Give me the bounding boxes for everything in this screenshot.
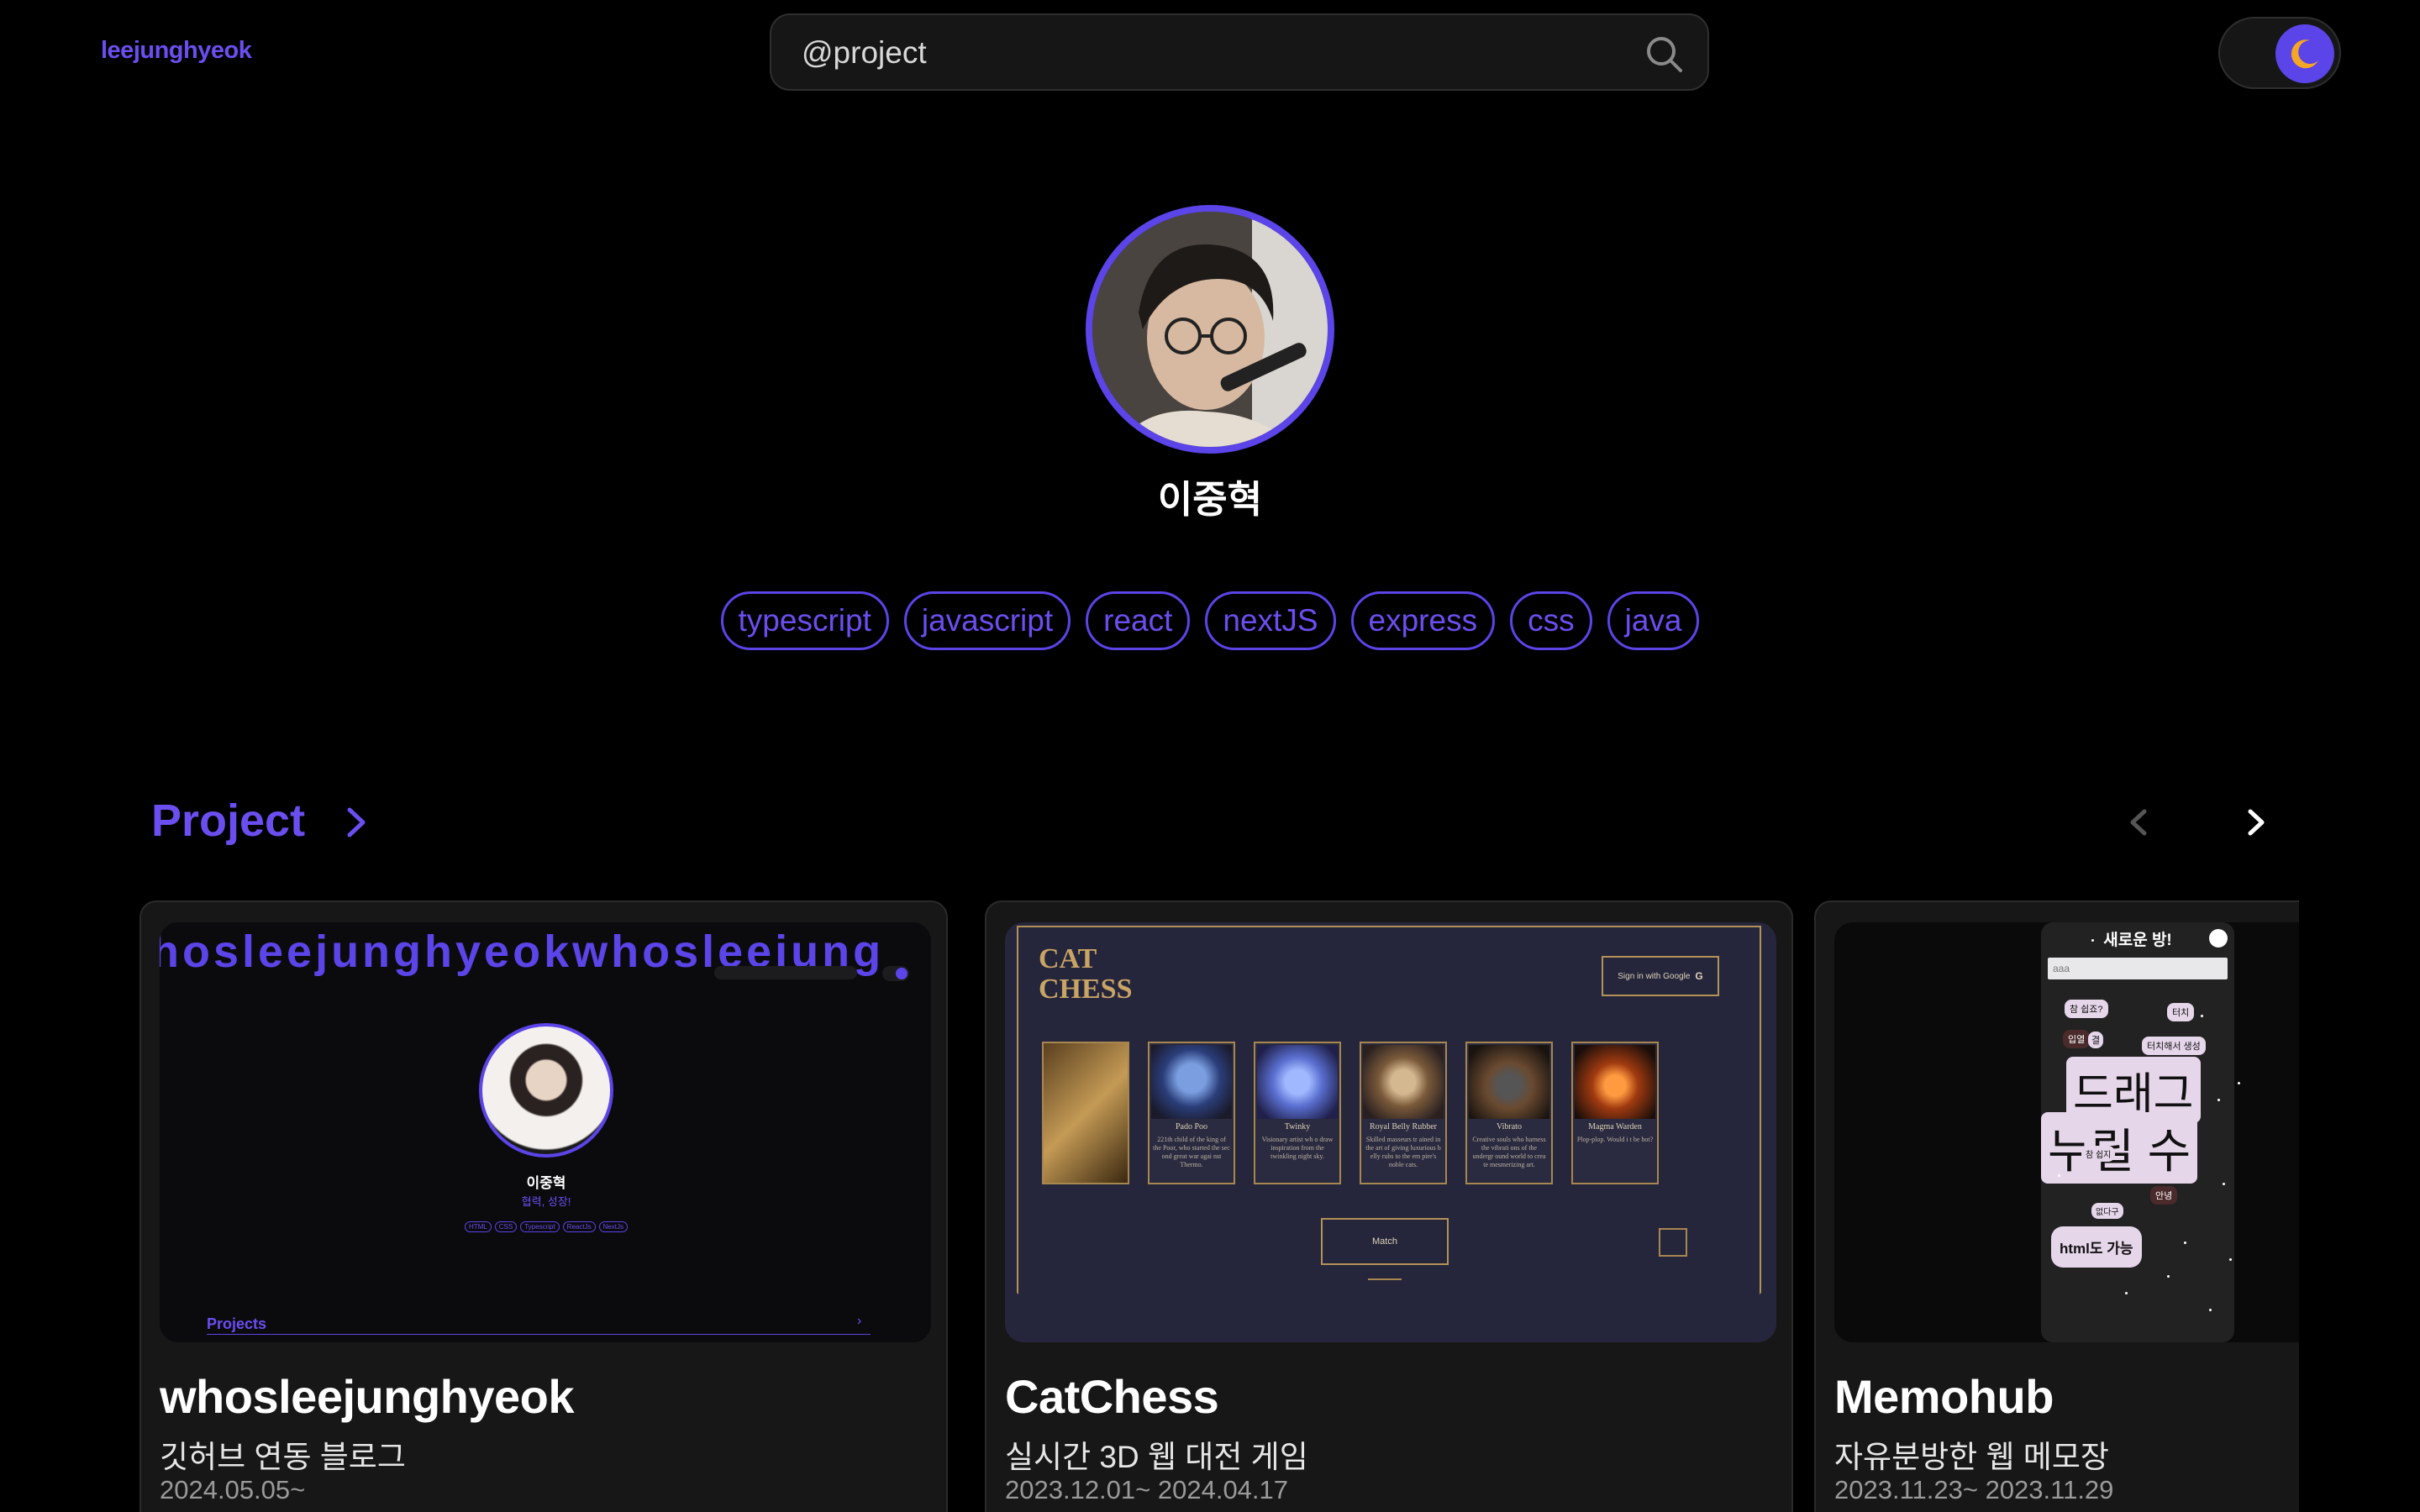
link-icon xyxy=(2209,929,2228,948)
project-date: 2023.12.01~ 2024.04.17 xyxy=(1005,1475,1289,1504)
thumb-input: aaa xyxy=(2048,958,2228,979)
moon-icon xyxy=(2291,39,2318,69)
thumb-card-row: Pado Poo 221th child of the king of the … xyxy=(1042,1042,1659,1184)
thumb-tags: HTML CSS Typescript ReactJs NextJs xyxy=(462,1221,630,1232)
thumb-tag: HTML xyxy=(464,1221,492,1232)
signin-label: Sign in with Google xyxy=(1618,971,1691,981)
thumb-divider xyxy=(207,1334,871,1335)
thumb-tag: CSS xyxy=(494,1221,518,1232)
project-title: whosleejunghyeok xyxy=(160,1370,575,1423)
tag-react[interactable]: react xyxy=(1086,591,1191,650)
profile-avatar xyxy=(1086,205,1334,454)
search-bar[interactable] xyxy=(770,13,1709,91)
memo-bubble: 터치 xyxy=(2167,1003,2195,1021)
thumb-tag: Typescript xyxy=(520,1221,560,1232)
project-subtitle: 자유분방한 웹 메모장 xyxy=(1834,1440,2109,1474)
thumb-chevron-icon: › xyxy=(857,1314,862,1328)
card-desc: Visionary artist wh o draw inspiration f… xyxy=(1261,1136,1334,1160)
tag-java[interactable]: java xyxy=(1607,591,1700,650)
project-title: Memohub xyxy=(1834,1370,2054,1423)
memo-bubble: 누릴 수 xyxy=(2041,1112,2198,1184)
theme-toggle-knob[interactable] xyxy=(2275,24,2334,83)
section-title[interactable]: Project xyxy=(151,795,305,847)
project-date: 2023.11.23~ 2023.11.29 xyxy=(1834,1475,2114,1504)
project-thumbnail: CAT CHESS Sign in with Google G Pado Poo… xyxy=(1005,922,1776,1342)
memo-bubble: 입열 xyxy=(2063,1030,2091,1048)
thumb-game-card: Twinky Visionary artist wh o draw inspir… xyxy=(1254,1042,1341,1184)
card-name: Magma Warden xyxy=(1588,1122,1642,1131)
project-thumbnail: hosleejunghyeokwhosleejung 이중혁 협력, 성장! H… xyxy=(160,922,931,1342)
thumb-game-card: Magma Warden Plop-plop. Would i t be hot… xyxy=(1571,1042,1659,1184)
carousel-next-button[interactable] xyxy=(2240,803,2270,842)
thumb-match-button: Match xyxy=(1321,1218,1449,1265)
thumb-desc: 협력, 성장! xyxy=(521,1195,571,1208)
thumb-avatar xyxy=(479,1023,613,1158)
project-subtitle: 실시간 3D 웹 대전 게임 xyxy=(1005,1440,1308,1474)
thumb-dash xyxy=(1368,1278,1402,1280)
thumb-game-card: Royal Belly Rubber Skilled masseurs tr a… xyxy=(1360,1042,1447,1184)
card-desc: Plop-plop. Would i t be hot? xyxy=(1576,1136,1654,1143)
expand-icon xyxy=(1659,1228,1687,1257)
project-date: 2024.05.05~ xyxy=(160,1475,306,1504)
search-icon[interactable] xyxy=(1644,34,1684,74)
memo-bubble: 없다구 xyxy=(2091,1203,2123,1219)
thumb-game-card xyxy=(1042,1042,1129,1184)
thumb-search xyxy=(714,966,857,979)
logo-line: CAT xyxy=(1039,943,1097,974)
card-desc: Skilled masseurs tr ained in the art of … xyxy=(1365,1136,1441,1168)
thumb-name: 이중혁 xyxy=(526,1175,566,1191)
memo-bubble: 참 쉽지 xyxy=(2081,1146,2116,1162)
logo-line: CHESS xyxy=(1039,974,1133,1005)
project-subtitle: 깃허브 연동 블로그 xyxy=(160,1440,406,1474)
thumb-tag: ReactJs xyxy=(562,1221,596,1232)
project-card-whosleejunghyeok[interactable]: hosleejunghyeokwhosleejung 이중혁 협력, 성장! H… xyxy=(139,900,948,1512)
profile-photo xyxy=(1092,212,1328,447)
thumb-signin-button: Sign in with Google G xyxy=(1602,956,1719,996)
tag-javascript[interactable]: javascript xyxy=(903,591,1071,650)
memo-bubble: 참 쉽죠? xyxy=(2065,1000,2108,1018)
memo-bubble: 터치해서 생성 xyxy=(2142,1037,2206,1055)
tag-css[interactable]: css xyxy=(1510,591,1592,650)
thumb-tag: NextJs xyxy=(598,1221,629,1232)
card-desc: 221th child of the king of the Poor, who… xyxy=(1153,1136,1230,1168)
thumb-phone-screen: 새로운 방! aaa 참 쉽죠? 터치 입열 결 터치해서 생성 드래그 누릴 … xyxy=(2041,922,2234,1342)
profile-name: 이중혁 xyxy=(1157,478,1263,521)
memo-bubble: html도 가능 xyxy=(2051,1226,2142,1268)
project-card-memohub[interactable]: 새로운 방! aaa 참 쉽죠? 터치 입열 결 터치해서 생성 드래그 누릴 … xyxy=(1814,900,2299,1512)
tag-typescript[interactable]: typescript xyxy=(720,591,889,650)
card-name: Twinky xyxy=(1284,1122,1311,1131)
thumb-game-card: Vibrato Creative souls who harness the v… xyxy=(1465,1042,1553,1184)
thumb-game-card: Pado Poo 221th child of the king of the … xyxy=(1148,1042,1235,1184)
tag-nextjs[interactable]: nextJS xyxy=(1205,591,1336,650)
project-card-catchess[interactable]: CAT CHESS Sign in with Google G Pado Poo… xyxy=(985,900,1793,1512)
site-logo[interactable]: leejunghyeok xyxy=(101,37,252,65)
skill-tags: typescript javascript react nextJS expre… xyxy=(720,591,1700,650)
google-icon: G xyxy=(1695,970,1703,982)
thumb-room-title: 새로운 방! xyxy=(2103,932,2172,949)
project-thumbnail: 새로운 방! aaa 참 쉽죠? 터치 입열 결 터치해서 생성 드래그 누릴 … xyxy=(1834,922,2299,1342)
thumb-game-logo: CAT CHESS xyxy=(1039,944,1133,1005)
card-name: Pado Poo xyxy=(1175,1122,1208,1131)
card-name: Royal Belly Rubber xyxy=(1370,1122,1437,1131)
project-carousel: hosleejunghyeokwhosleejung 이중혁 협력, 성장! H… xyxy=(139,900,2299,1512)
theme-toggle[interactable] xyxy=(2218,17,2341,89)
card-desc: Creative souls who harness the vibrati o… xyxy=(1472,1136,1546,1168)
project-title: CatChess xyxy=(1005,1370,1219,1423)
memo-bubble: 결 xyxy=(2088,1032,2104,1048)
thumb-section-title: Projects xyxy=(207,1315,267,1332)
card-name: Vibrato xyxy=(1497,1122,1522,1131)
tag-express[interactable]: express xyxy=(1350,591,1496,650)
thumb-toggle xyxy=(882,966,909,981)
search-input[interactable] xyxy=(800,30,1560,76)
carousel-prev-button[interactable] xyxy=(2124,803,2154,842)
chevron-right-icon[interactable] xyxy=(341,803,371,842)
memo-bubble: 안녕 xyxy=(2150,1186,2178,1205)
